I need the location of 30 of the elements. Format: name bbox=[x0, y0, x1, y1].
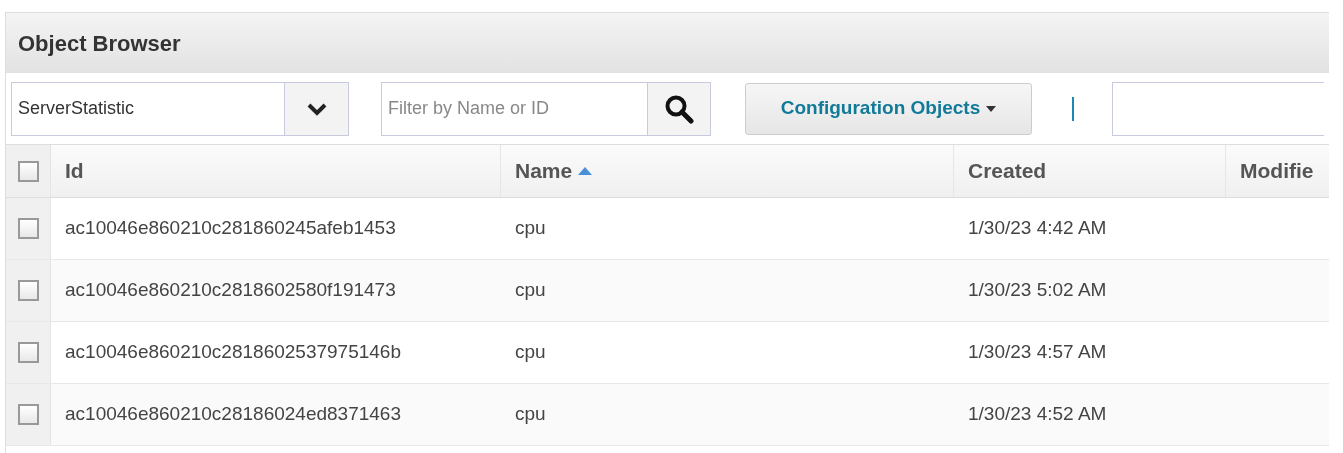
table-cell-text: ac10046e860210c281860245afeb1453 bbox=[64, 216, 397, 241]
table-cell-text: cpu bbox=[514, 216, 547, 241]
text-field[interactable] bbox=[1111, 81, 1324, 136]
checkbox[interactable] bbox=[17, 218, 39, 239]
table-cell-text: 1/30/23 5:02 AM bbox=[967, 278, 1108, 303]
column-header[interactable]: Name bbox=[501, 145, 954, 197]
table-cell-text: cpu bbox=[514, 402, 547, 427]
table-cell-text: ac10046e860210c28186024ed8371463 bbox=[64, 402, 402, 427]
panel-title: Object Browser bbox=[6, 13, 1329, 73]
configuration-objects-button[interactable]: Configuration Objects bbox=[745, 82, 1032, 135]
caret-icon bbox=[986, 105, 997, 112]
checkbox[interactable] bbox=[17, 280, 39, 301]
table-cell-text: cpu bbox=[514, 340, 547, 365]
column-header[interactable]: Created bbox=[954, 145, 1226, 197]
table-cell-text: 1/30/23 4:42 AM bbox=[967, 216, 1108, 241]
search-icon bbox=[664, 93, 695, 124]
filter-field[interactable]: Filter by Name or ID bbox=[381, 81, 648, 136]
search-button[interactable] bbox=[647, 81, 712, 136]
table-cell-text: cpu bbox=[514, 278, 547, 303]
column-header[interactable]: Id bbox=[51, 145, 501, 197]
table-cell-text: ac10046e860210c2818602537975146b bbox=[64, 340, 402, 365]
checkbox[interactable] bbox=[17, 404, 39, 425]
type-dropdown[interactable]: ServerStatistic bbox=[11, 81, 350, 136]
checkbox[interactable] bbox=[17, 160, 39, 182]
chevron-down-icon bbox=[306, 101, 327, 116]
table-cell-text: 1/30/23 4:57 AM bbox=[967, 340, 1108, 365]
table-cell-text: 1/30/23 4:52 AM bbox=[967, 402, 1108, 427]
column-header[interactable]: Modifie bbox=[1226, 145, 1329, 197]
checkbox[interactable] bbox=[17, 342, 39, 363]
table-cell-text: ac10046e860210c2818602580f191473 bbox=[64, 278, 397, 303]
